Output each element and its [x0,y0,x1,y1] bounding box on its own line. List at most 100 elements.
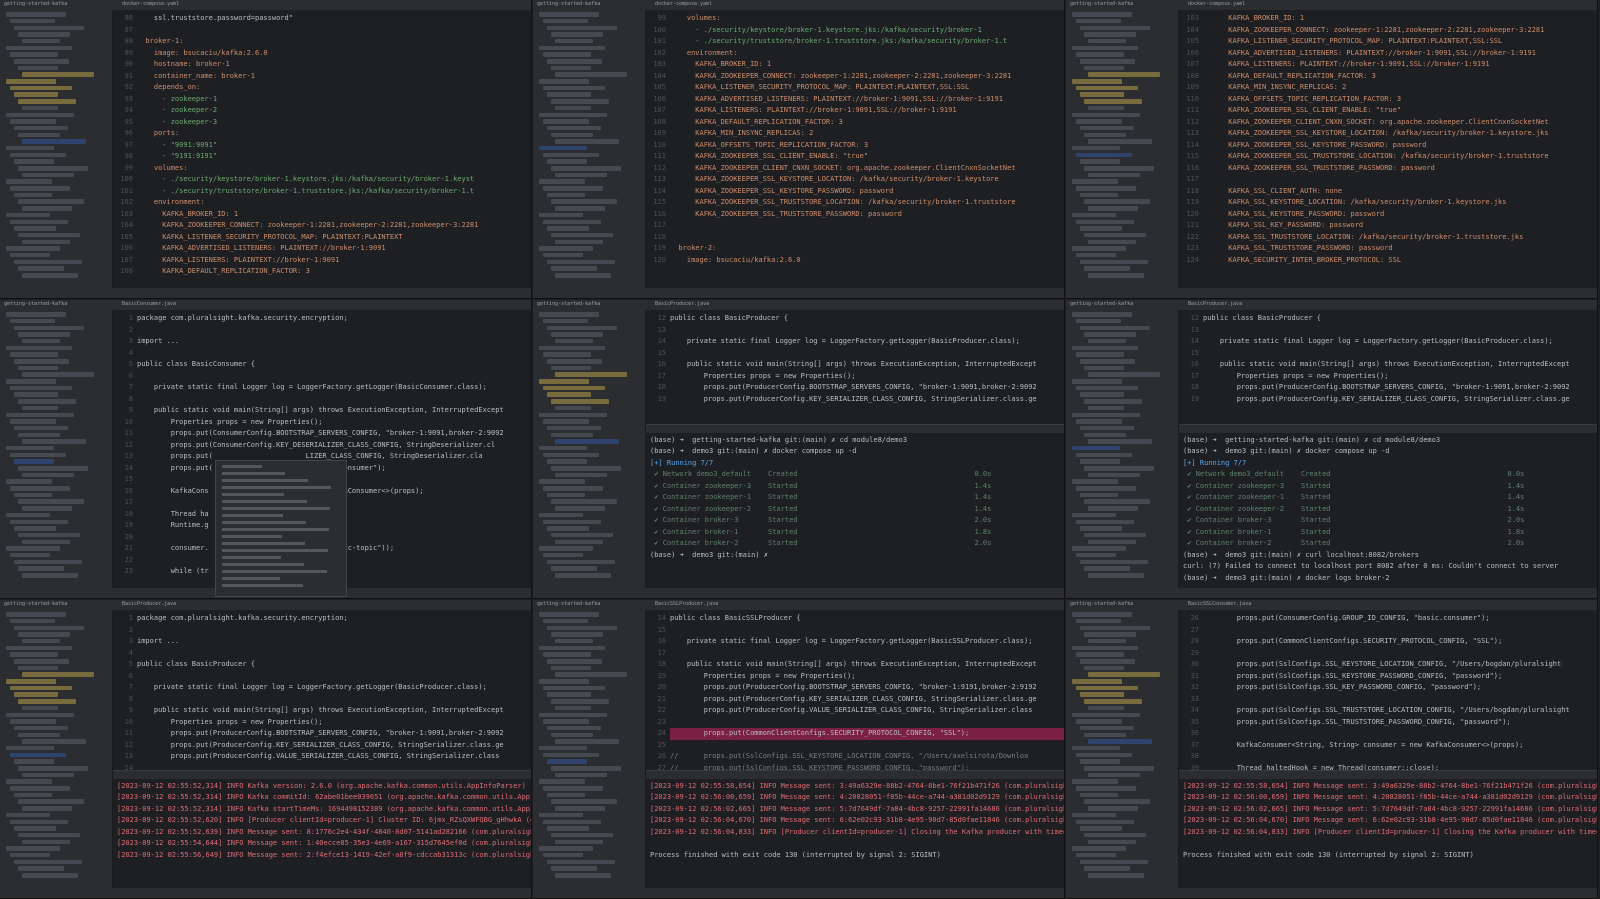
tree-item[interactable] [6,445,54,451]
tree-item[interactable] [6,812,50,818]
tree-item[interactable] [555,873,611,878]
tree-item[interactable] [555,638,593,644]
tree-item[interactable] [14,859,82,865]
tree-item[interactable] [1072,679,1122,684]
editor-tab[interactable]: BasicProducer.java [1188,301,1242,307]
tree-item[interactable] [551,566,597,571]
tree-item[interactable] [22,405,58,411]
tree-item[interactable] [551,766,621,771]
tree-item[interactable] [1076,385,1138,391]
tree-item[interactable] [551,499,617,504]
tree-item[interactable] [6,846,60,851]
tool-window-tabs[interactable] [646,770,1064,779]
tree-item[interactable] [18,365,58,371]
tree-item[interactable] [10,352,58,357]
tree-item[interactable] [14,125,68,131]
project-tree[interactable] [0,310,113,588]
tree-item[interactable] [22,638,60,644]
tree-item[interactable] [10,786,70,791]
tree-item[interactable] [1076,219,1134,224]
tree-item[interactable] [1080,459,1120,464]
tree-item[interactable] [18,566,64,571]
tree-item[interactable] [539,679,589,684]
tree-item[interactable] [14,259,82,265]
tree-item[interactable] [551,665,591,671]
tree-item[interactable] [1084,499,1150,504]
tree-item[interactable] [551,365,591,371]
tree-item[interactable] [555,772,607,778]
tree-item[interactable] [1072,479,1118,484]
tree-item[interactable] [1088,839,1136,845]
tree-item[interactable] [539,645,605,651]
tree-item[interactable] [551,699,609,704]
tree-item[interactable] [543,252,583,258]
tree-item[interactable] [551,232,613,238]
tree-item[interactable] [1072,512,1116,518]
tree-item[interactable] [6,412,74,417]
tree-item[interactable] [1076,18,1121,24]
tree-item[interactable] [6,546,60,551]
tree-item[interactable] [555,72,627,77]
tree-item[interactable] [1076,618,1121,624]
tree-item[interactable] [1076,152,1132,158]
tree-item[interactable] [543,186,603,191]
tree-item[interactable] [1076,352,1124,357]
tree-item[interactable] [555,405,591,411]
tree-item[interactable] [543,85,605,91]
tree-item[interactable] [10,552,50,558]
tree-item[interactable] [539,246,593,251]
tree-item[interactable] [1084,332,1136,337]
tree-item[interactable] [1088,573,1144,578]
tree-item[interactable] [18,332,70,337]
tree-item[interactable] [1088,72,1160,77]
tree-item[interactable] [539,546,593,551]
tree-item[interactable] [555,839,603,845]
tree-item[interactable] [22,172,74,178]
tree-item[interactable] [6,312,66,317]
tree-item[interactable] [22,873,78,878]
tree-item[interactable] [14,392,58,397]
tree-item[interactable] [18,432,60,438]
tree-item[interactable] [1080,759,1120,764]
run-console[interactable]: [2023-09-12 02:55:58,654] INFO Message s… [1179,769,1597,888]
tree-item[interactable] [539,479,585,484]
tree-item[interactable] [6,12,66,17]
tree-item[interactable] [1072,112,1140,117]
tree-item[interactable] [555,239,603,245]
tree-item[interactable] [6,45,72,51]
tree-item[interactable] [22,372,94,377]
tree-item[interactable] [1080,859,1148,865]
tree-item[interactable] [6,212,50,218]
tree-item[interactable] [22,439,86,444]
tree-item[interactable] [1076,452,1132,458]
tree-item[interactable] [539,345,605,351]
tree-item[interactable] [1080,559,1148,565]
tree-item[interactable] [14,792,52,798]
tree-item[interactable] [14,425,68,431]
tool-window-tabs[interactable] [113,770,531,779]
project-name[interactable]: getting-started-kafka [537,301,600,307]
tree-item[interactable] [10,219,68,224]
tree-item[interactable] [539,779,585,784]
tree-item[interactable] [1072,445,1120,451]
tree-item[interactable] [1088,472,1140,478]
tree-item[interactable] [551,65,591,71]
tree-item[interactable] [6,712,74,717]
tree-item[interactable] [1072,179,1118,184]
tree-item[interactable] [1076,819,1134,824]
tree-item[interactable] [543,685,605,691]
tree-item[interactable] [1076,652,1124,657]
tree-item[interactable] [547,192,585,198]
editor-tab[interactable]: docker-compose.yaml [1188,1,1245,7]
tree-item[interactable] [543,318,588,324]
tree-item[interactable] [539,379,589,384]
tree-item[interactable] [1076,852,1116,858]
tree-item[interactable] [551,266,597,271]
tree-item[interactable] [1072,212,1116,218]
project-tree[interactable] [0,10,113,288]
code-editor[interactable]: 86 87 88 89 90 91 92 93 94 95 96 97 98 99 100 101 102 103… [113,10,531,288]
tree-item[interactable] [547,159,587,164]
tree-item[interactable] [547,92,591,97]
tree-item[interactable] [6,145,54,151]
tree-item[interactable] [22,105,58,111]
